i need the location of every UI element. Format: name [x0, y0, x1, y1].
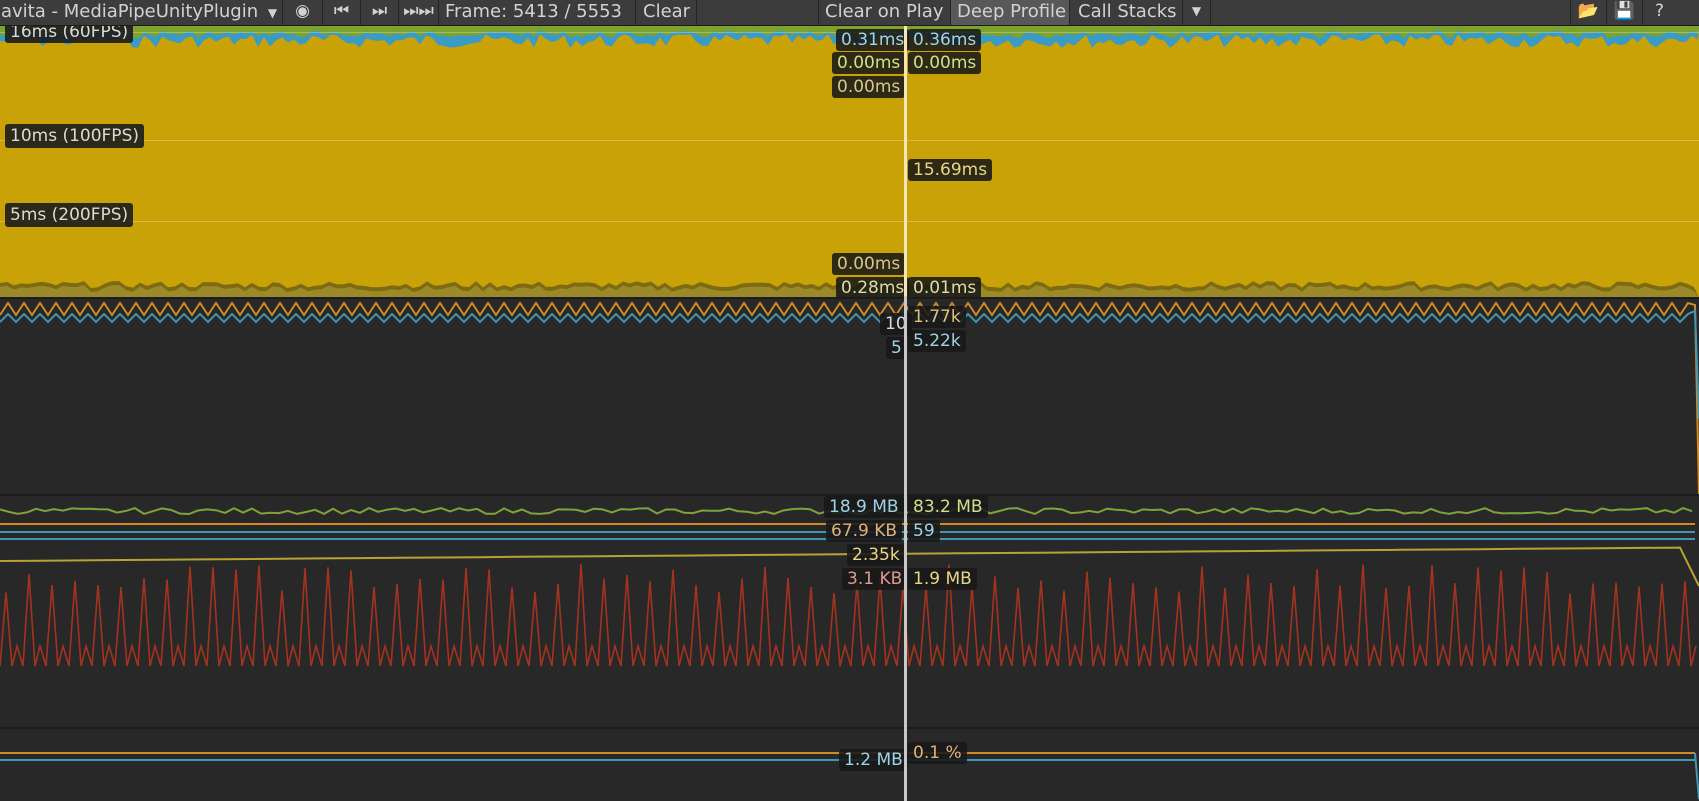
rendering-graph: [0, 301, 1699, 495]
memory-value-right: 1.9 MB: [908, 568, 977, 590]
rendering-value-right: 5.22k: [908, 330, 966, 352]
tick-5ms: 5ms (200FPS): [5, 203, 134, 227]
previous-frame-icon: ⏮: [333, 1, 350, 21]
call-stacks-dropdown[interactable]: ▼: [1183, 0, 1211, 25]
cpu-value-left: 0.00ms: [832, 76, 906, 98]
cpu-value-left: 0.00ms: [832, 52, 906, 74]
rendering-value-right: 1.77k: [908, 306, 966, 328]
clear-on-play-toggle[interactable]: Clear on Play: [818, 0, 951, 25]
previous-frame-button[interactable]: ⏮: [323, 0, 361, 25]
attach-target-dropdown[interactable]: avita - MediaPipeUnityPlugin ▼: [0, 0, 283, 25]
audio-value-right: 0.1 %: [908, 742, 967, 764]
cpu-value-right: 0.00ms: [908, 52, 982, 74]
rendering-chart[interactable]: 10 5 1.77k 5.22k: [0, 299, 1699, 495]
record-button[interactable]: ◉: [283, 0, 323, 25]
cpu-value-right: 15.69ms: [908, 159, 993, 181]
help-button[interactable]: ?: [1642, 0, 1676, 25]
save-icon: 💾: [1613, 1, 1636, 21]
next-frame-icon: ⏭: [371, 1, 388, 21]
cpu-value-right: 0.36ms: [908, 29, 982, 51]
cpu-value-left: 0.28ms: [836, 277, 910, 298]
call-stacks-toggle[interactable]: Call Stacks: [1070, 0, 1183, 25]
frame-counter: Frame: 5413 / 5553: [445, 1, 622, 22]
audio-value-left: 1.2 MB: [839, 749, 908, 771]
memory-value-right: 83.2 MB: [908, 496, 988, 518]
next-frame-button[interactable]: ⏭: [361, 0, 399, 25]
load-icon: 📂: [1577, 1, 1600, 21]
frame-cursor-highlight: [904, 26, 907, 296]
memory-value-right: 59: [908, 520, 940, 542]
memory-value-left: 3.1 KB: [842, 568, 908, 590]
record-icon: ◉: [295, 1, 310, 21]
audio-chart[interactable]: 1.2 MB 0.1 %: [0, 729, 1699, 801]
cpu-value-right: 0.01ms: [908, 277, 982, 298]
tick-10ms: 10ms (100FPS): [5, 124, 144, 148]
dropdown-arrow-icon: ▼: [267, 6, 278, 20]
cpu-value-left: 0.31ms: [836, 29, 910, 51]
memory-chart[interactable]: 18.9 MB 67.9 KB 2.35k 3.1 KB 83.2 MB 59 …: [0, 496, 1699, 728]
last-frame-button[interactable]: ⏭⏭: [399, 0, 439, 25]
load-button[interactable]: 📂: [1570, 0, 1606, 25]
tick-16ms: 16ms (60FPS): [5, 26, 134, 43]
memory-value-left: 2.35k: [847, 544, 905, 566]
attach-target-label: avita - MediaPipeUnityPlugin: [1, 1, 259, 22]
clear-button[interactable]: Clear: [635, 0, 697, 25]
deep-profile-toggle[interactable]: Deep Profile: [951, 0, 1070, 25]
save-button[interactable]: 💾: [1606, 0, 1642, 25]
last-frame-icon: ⏭⏭: [403, 1, 434, 21]
dropdown-arrow-icon: ▼: [1191, 4, 1202, 18]
help-icon: ?: [1654, 1, 1665, 21]
memory-value-left: 67.9 KB: [826, 520, 903, 542]
memory-value-left: 18.9 MB: [824, 496, 904, 518]
cpu-usage-chart[interactable]: 16ms (60FPS) 10ms (100FPS) 5ms (200FPS) …: [0, 26, 1699, 298]
profiler-toolbar: avita - MediaPipeUnityPlugin ▼ ◉ ⏮ ⏭ ⏭⏭ …: [0, 0, 1699, 26]
cpu-value-left: 0.00ms: [832, 253, 906, 275]
